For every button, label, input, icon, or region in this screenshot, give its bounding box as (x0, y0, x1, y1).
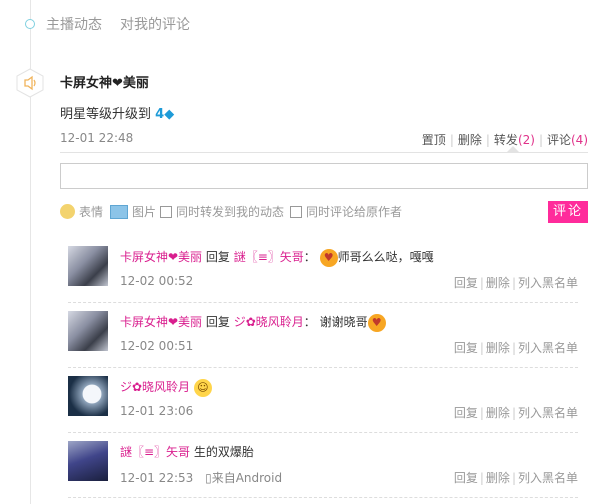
phone-icon: ▯ (205, 471, 212, 485)
reply-target[interactable]: 謎〖≡〗矢哥 (234, 250, 304, 264)
forward-checkbox[interactable] (160, 205, 172, 218)
author-checkbox[interactable] (290, 205, 302, 218)
pin-button[interactable]: 置顶 (422, 133, 446, 147)
avatar[interactable] (68, 246, 108, 286)
comment-actions: 回复 | 删除 | 列入黑名单 (454, 274, 578, 291)
image-label: 图片 (132, 205, 157, 219)
tab-bar: 主播动态 对我的评论 (46, 14, 190, 34)
comment-list: 卡屏女神❤美丽 回复 謎〖≡〗矢哥： ♥ 师哥么么哒，嘎嘎 12-02 00:52… (68, 238, 578, 498)
submit-comment-button[interactable]: 评论 (548, 201, 588, 223)
reply-button[interactable]: 回复 (454, 341, 478, 355)
comment-author[interactable]: 謎〖≡〗矢哥 (120, 445, 190, 459)
divider: | (485, 133, 490, 147)
blacklist-button[interactable]: 列入黑名单 (518, 471, 578, 485)
comment-to-author-option[interactable]: 同时评论给原作者 (290, 203, 402, 220)
forward-option-label: 同时转发到我的动态 (176, 205, 285, 219)
comment-input[interactable] (60, 163, 588, 189)
comment-time: 12-01 23:06 (120, 404, 194, 418)
avatar[interactable] (68, 311, 108, 351)
divider: | (538, 133, 543, 147)
comment-author[interactable]: ジ✿晓风聆月 (120, 380, 190, 394)
reply-word: 回复 (205, 315, 230, 329)
comment-item: ジ✿晓风聆月 ☺ 12-01 23:06 回复 | 删除 | 列入黑名单 (68, 368, 578, 433)
comment-time: 12-02 00:52 (120, 274, 194, 288)
speaker-icon (16, 68, 44, 98)
delete-button[interactable]: 删除 (458, 133, 482, 147)
comment-time-value: 12-01 22:53 (120, 471, 194, 485)
comment-author[interactable]: 卡屏女神❤美丽 (120, 250, 202, 264)
comment-text: 卡屏女神❤美丽 回复 謎〖≡〗矢哥： ♥ 师哥么么哒，嘎嘎 (120, 248, 434, 267)
comment-text: 卡屏女神❤美丽 回复 ジ✿晓风聆月： 谢谢晓哥 ♥ (120, 313, 386, 332)
reply-button[interactable]: 回复 (454, 276, 478, 290)
comment-item: 謎〖≡〗矢哥 生的双爆胎 12-01 22:53 ▯来自Android 回复 | 删… (68, 433, 578, 498)
post-card: 卡屏女神❤美丽 明星等级升级到 4◆ 12-01 22:48 置顶 | 删除 | 转发(… (60, 72, 588, 149)
delete-button[interactable]: 删除 (486, 406, 510, 420)
comment-actions: 回复 | 删除 | 列入黑名单 (454, 469, 578, 486)
comment-body: 师哥么么哒，嘎嘎 (337, 250, 434, 264)
editor-divider (60, 152, 588, 153)
forward-count: (2) (517, 133, 535, 147)
divider: | (511, 341, 516, 355)
avatar[interactable] (68, 441, 108, 481)
post-actions: 置顶 | 删除 | 转发(2) | 评论(4) (422, 131, 588, 148)
comment-time: 12-02 00:51 (120, 339, 194, 353)
divider: | (479, 471, 484, 485)
post-content-text: 明星等级升级到 (60, 107, 152, 122)
emoji-tool[interactable]: 表情 (60, 203, 103, 220)
delete-button[interactable]: 删除 (486, 341, 510, 355)
divider: | (511, 471, 516, 485)
divider: | (511, 276, 516, 290)
colon: ： (303, 315, 316, 329)
comment-item: 卡屏女神❤美丽 回复 謎〖≡〗矢哥： ♥ 师哥么么哒，嘎嘎 12-02 00:52… (68, 238, 578, 303)
divider: | (479, 276, 484, 290)
author-option-label: 同时评论给原作者 (306, 205, 403, 219)
level-number: 4 (155, 107, 165, 122)
reply-button[interactable]: 回复 (454, 471, 478, 485)
heart-face-icon: ♥ (319, 248, 338, 267)
emoji-label: 表情 (79, 205, 104, 219)
reply-word: 回复 (205, 250, 230, 264)
comment-body: 谢谢晓哥 (319, 315, 368, 329)
comment-time: 12-01 22:53 ▯来自Android (120, 469, 282, 486)
blacklist-button[interactable]: 列入黑名单 (518, 406, 578, 420)
comment-text: 謎〖≡〗矢哥 生的双爆胎 (120, 443, 254, 460)
grin-face-icon: ☺ (193, 378, 212, 397)
smile-icon (60, 204, 75, 219)
editor-toolbar: 表情 图片 同时转发到我的动态 同时评论给原作者 评论 (60, 201, 588, 223)
source-label: 来自Android (211, 471, 283, 485)
comment-author[interactable]: 卡屏女神❤美丽 (120, 315, 202, 329)
image-tool[interactable]: 图片 (110, 203, 156, 220)
timeline-dot (25, 19, 35, 29)
delete-button[interactable]: 删除 (486, 276, 510, 290)
comment-text: ジ✿晓风聆月 ☺ (120, 378, 212, 397)
heart-face-icon: ♥ (367, 313, 386, 332)
comment-actions: 回复 | 删除 | 列入黑名单 (454, 404, 578, 421)
comment-actions: 回复 | 删除 | 列入黑名单 (454, 339, 578, 356)
tab-anchor-feed[interactable]: 主播动态 (46, 14, 102, 34)
forward-button[interactable]: 转发 (494, 133, 518, 147)
colon: ： (303, 250, 316, 264)
avatar[interactable] (68, 376, 108, 416)
forward-to-feed-option[interactable]: 同时转发到我的动态 (160, 203, 284, 220)
tab-comments-to-me[interactable]: 对我的评论 (120, 14, 190, 34)
post-content: 明星等级升级到 4◆ (60, 103, 588, 122)
post-time: 12-01 22:48 (60, 131, 134, 145)
comment-count: (4) (571, 133, 588, 147)
divider: | (479, 406, 484, 420)
comment-item: 卡屏女神❤美丽 回复 ジ✿晓风聆月： 谢谢晓哥 ♥ 12-02 00:51 回复 |… (68, 303, 578, 368)
reply-target[interactable]: ジ✿晓风聆月 (234, 315, 304, 329)
comment-button[interactable]: 评论 (547, 133, 571, 147)
divider: | (511, 406, 516, 420)
blacklist-button[interactable]: 列入黑名单 (518, 341, 578, 355)
comment-body: 生的双爆胎 (193, 445, 254, 459)
reply-button[interactable]: 回复 (454, 406, 478, 420)
blacklist-button[interactable]: 列入黑名单 (518, 276, 578, 290)
divider: | (449, 133, 454, 147)
post-author[interactable]: 卡屏女神❤美丽 (60, 72, 588, 91)
delete-button[interactable]: 删除 (486, 471, 510, 485)
image-icon (110, 204, 128, 219)
divider: | (479, 341, 484, 355)
diamond-icon: ◆ (164, 107, 175, 122)
